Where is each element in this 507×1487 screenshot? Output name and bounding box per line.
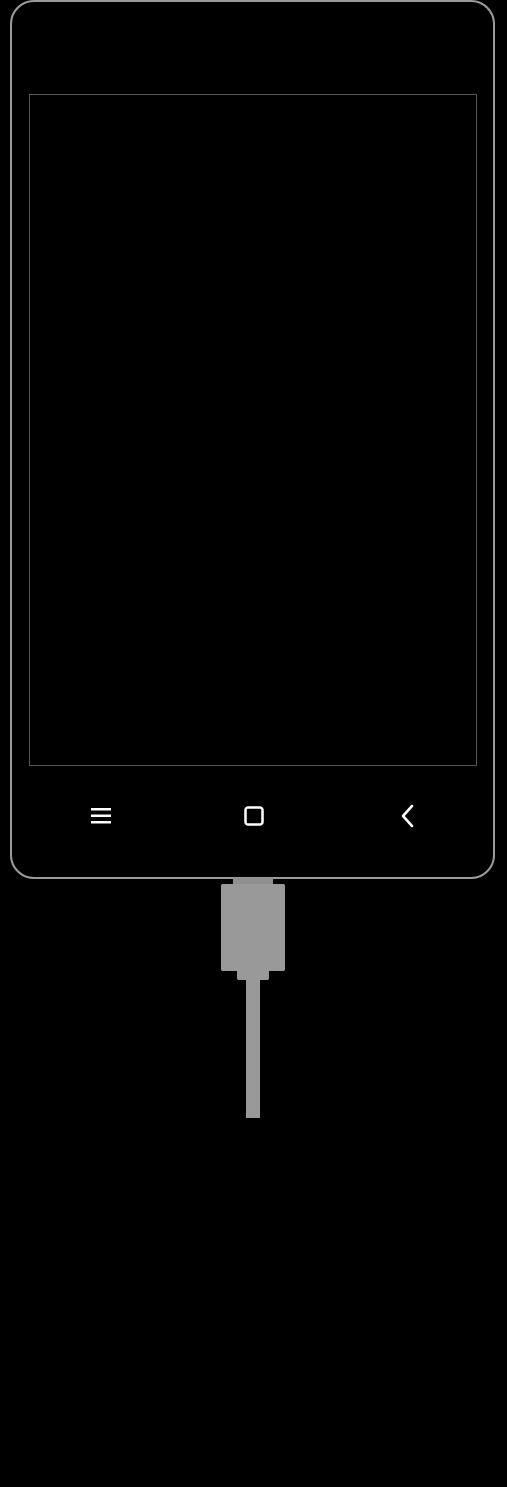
usb-plug-neck — [237, 969, 269, 980]
menu-button[interactable] — [83, 798, 119, 834]
home-square-icon — [244, 806, 264, 826]
chevron-left-icon — [401, 804, 414, 828]
charging-cable-wire — [246, 980, 260, 1118]
menu-icon — [91, 808, 111, 824]
phone-screen[interactable] — [29, 94, 477, 766]
back-button[interactable] — [390, 798, 426, 834]
home-button[interactable] — [236, 798, 272, 834]
usb-plug — [221, 884, 285, 971]
